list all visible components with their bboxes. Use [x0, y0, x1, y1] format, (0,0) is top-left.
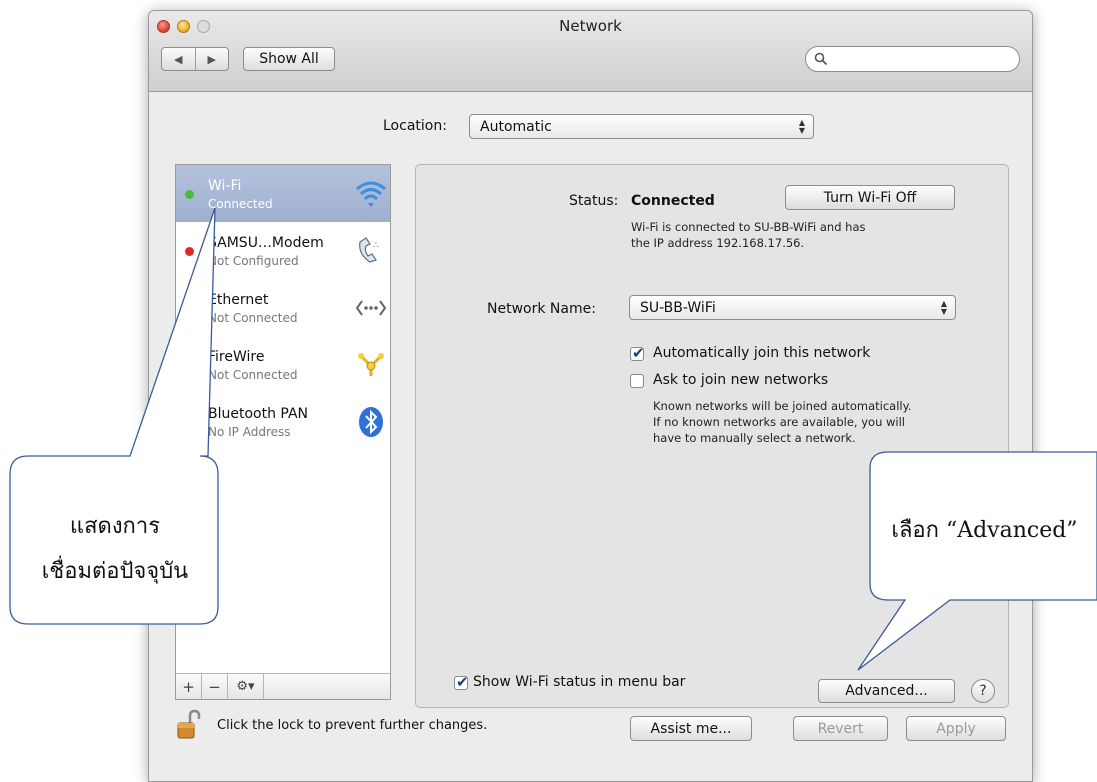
service-name: Bluetooth PAN — [208, 406, 309, 422]
service-item-modem[interactable]: SAMSU…Modem Not Configured ∴ — [176, 222, 390, 279]
status-description: Wi-Fi is connected to SU-BB-WiFi and has… — [631, 219, 866, 251]
location-label: Location: — [383, 118, 447, 134]
location-select[interactable]: Automatic ▲ ▼ — [469, 114, 814, 139]
network-name-value: SU-BB-WiFi — [640, 299, 716, 316]
status-dot — [185, 361, 194, 370]
left-callout-line: เชื่อมต่อปัจจุบัน — [41, 559, 189, 584]
gear-menu-button[interactable]: ⚙▾ — [228, 674, 264, 699]
show-status-label: Show Wi-Fi status in menu bar — [473, 674, 686, 690]
status-label: Status: — [569, 193, 619, 209]
known-networks-line: have to manually select a network. — [653, 431, 856, 445]
service-status: Not Connected — [208, 311, 298, 325]
wifi-detail-panel: Status: Connected Turn Wi-Fi Off Wi-Fi i… — [415, 164, 1009, 708]
show-status-checkbox[interactable] — [454, 673, 469, 691]
known-networks-description: Known networks will be joined automatica… — [653, 398, 911, 446]
window-title: Network — [559, 17, 622, 35]
modem-icon: ∴ — [359, 237, 379, 263]
status-description-line: the IP address 192.168.17.56. — [631, 236, 805, 250]
forward-arrow-icon[interactable]: ▶ — [194, 48, 229, 70]
auto-join-label: Automatically join this network — [653, 345, 871, 361]
status-description-line: Wi-Fi is connected to SU-BB-WiFi and has — [631, 220, 866, 234]
search-icon — [814, 52, 828, 66]
service-status: Not Connected — [208, 368, 298, 382]
network-name-select[interactable]: SU-BB-WiFi ▲ ▼ — [629, 295, 956, 320]
network-preferences-window: Network ◀ ▶ Show All Location: Automatic… — [148, 10, 1033, 782]
select-arrows-icon: ▲ ▼ — [940, 298, 947, 316]
title-bar: Network ◀ ▶ Show All — [149, 11, 1032, 92]
ask-join-label: Ask to join new networks — [653, 372, 829, 388]
ask-join-checkbox[interactable] — [630, 374, 644, 388]
service-name: SAMSU…Modem — [208, 235, 324, 251]
turn-wifi-off-button[interactable]: Turn Wi-Fi Off — [785, 185, 955, 210]
right-callout-text: เลือก “Advanced” — [891, 518, 1078, 543]
status-dot — [185, 190, 194, 199]
show-all-button[interactable]: Show All — [243, 47, 335, 71]
service-name: FireWire — [208, 349, 265, 365]
status-dot — [185, 418, 194, 427]
network-name-label: Network Name: — [487, 301, 596, 317]
service-status: No IP Address — [208, 425, 291, 439]
service-item-wifi[interactable]: Wi-Fi Connected — [176, 165, 390, 222]
service-item-firewire[interactable]: FireWire Not Connected — [176, 336, 390, 393]
service-name: Wi-Fi — [208, 178, 242, 194]
status-value: Connected — [631, 193, 715, 209]
auto-join-checkbox[interactable] — [630, 344, 645, 362]
search-field[interactable] — [805, 46, 1020, 72]
help-button[interactable]: ? — [971, 679, 995, 703]
known-networks-line: Known networks will be joined automatica… — [653, 399, 912, 413]
service-list: Wi-Fi Connected SAMSU…Modem Not Configur… — [175, 164, 391, 700]
back-arrow-icon[interactable]: ◀ — [162, 48, 195, 70]
left-callout-line: แสดงการ — [69, 514, 161, 539]
select-arrows-icon: ▲ ▼ — [798, 117, 805, 135]
assist-me-button[interactable]: Assist me... — [630, 716, 752, 741]
service-list-toolbar: + − ⚙▾ — [176, 673, 390, 699]
service-name: Ethernet — [208, 292, 269, 308]
remove-service-button[interactable]: − — [202, 674, 228, 699]
wifi-icon — [356, 181, 386, 207]
status-dot — [185, 247, 194, 256]
service-item-ethernet[interactable]: Ethernet Not Connected — [176, 279, 390, 336]
known-networks-line: If no known networks are available, you … — [653, 415, 906, 429]
back-forward-control: ◀ ▶ — [161, 47, 229, 71]
bluetooth-icon — [359, 407, 383, 437]
lock-text: Click the lock to prevent further change… — [217, 718, 488, 733]
revert-button[interactable]: Revert — [793, 716, 888, 741]
service-item-bluetooth-pan[interactable]: Bluetooth PAN No IP Address — [176, 393, 390, 450]
lock-icon[interactable] — [177, 709, 201, 741]
location-value: Automatic — [480, 118, 552, 135]
add-service-button[interactable]: + — [176, 674, 202, 699]
status-dot — [185, 304, 194, 313]
service-status: Not Configured — [208, 254, 299, 268]
left-callout-text: แสดงการ เชื่อมต่อปัจจุบัน — [20, 508, 210, 588]
firewire-icon — [358, 353, 384, 376]
svg-text:∴: ∴ — [373, 241, 379, 251]
advanced-button[interactable]: Advanced... — [818, 679, 955, 703]
apply-button[interactable]: Apply — [906, 716, 1006, 741]
service-status: Connected — [208, 197, 273, 211]
ethernet-icon — [355, 300, 387, 316]
